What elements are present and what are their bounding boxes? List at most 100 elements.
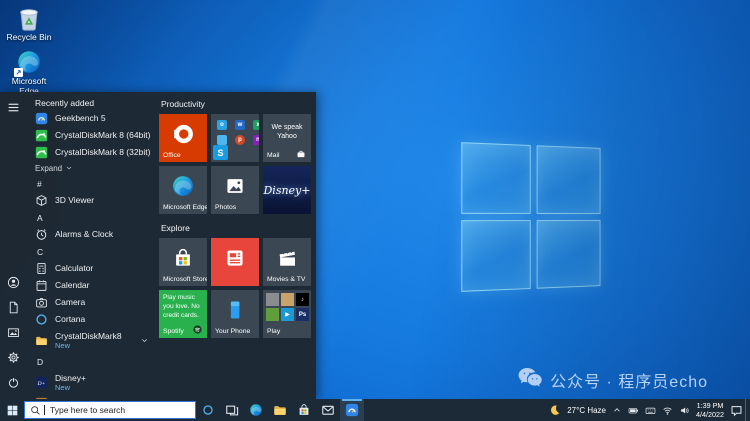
- rail-power-button[interactable]: [5, 374, 21, 390]
- power-icon: [7, 376, 20, 389]
- new-badge: New: [55, 383, 86, 392]
- docpage-icon: [7, 301, 20, 314]
- app-label: 3D Viewer: [55, 195, 94, 205]
- volume-icon[interactable]: [679, 405, 690, 416]
- tile-disney[interactable]: Disney+: [263, 166, 311, 214]
- app-list-item-geekbench-5[interactable]: Geekbench 5: [26, 110, 156, 127]
- app-list-item-disney-[interactable]: D+Disney+New: [26, 370, 156, 395]
- app-list-item-cortana[interactable]: Cortana: [26, 311, 156, 328]
- tile-edge[interactable]: Microsoft Edge: [159, 166, 207, 214]
- new-badge: New: [55, 341, 122, 350]
- desktop-icon-edge[interactable]: Microsoft Edge: [1, 48, 57, 97]
- chevron-up-icon[interactable]: [612, 405, 622, 415]
- moon-icon: [549, 404, 561, 416]
- tile-label: Microsoft Edge: [163, 204, 207, 211]
- svg-text:D+: D+: [37, 381, 46, 387]
- tile-mail[interactable]: We speak YahooMail: [263, 114, 311, 162]
- taskbar-mail-button[interactable]: [316, 399, 340, 421]
- taskbar-search[interactable]: [24, 401, 196, 419]
- desktop-icon-recycle-bin[interactable]: Recycle Bin: [1, 4, 57, 43]
- pictures-icon: [7, 326, 20, 339]
- section-letter-A[interactable]: A: [26, 209, 156, 226]
- section-letter-C[interactable]: C: [26, 243, 156, 260]
- app-list-item-crystaldiskmark-8-64bit-[interactable]: CrystalDiskMark 8 (64bit): [26, 127, 156, 144]
- spotify-logo-icon: [192, 324, 203, 335]
- app-list-item-calculator[interactable]: Calculator: [26, 260, 156, 277]
- mini-app-icon: p: [235, 135, 245, 145]
- task-view-icon: [225, 403, 239, 417]
- file-explorer-icon: [273, 403, 287, 417]
- tile-play[interactable]: ♪▶PsPlay: [263, 290, 311, 338]
- app-list-item-crystaldiskmark-8-32bit-[interactable]: CrystalDiskMark 8 (32bit): [26, 144, 156, 161]
- taskbar-clock[interactable]: 1:39 PM4/4/2022: [696, 401, 724, 419]
- system-tray: 27°C Haze 1:39 PM4/4/2022: [549, 401, 745, 419]
- tile-group-title: Productivity: [161, 99, 316, 109]
- desktop: Recycle BinMicrosoft Edge 公众号 · 程序员echo …: [0, 0, 750, 421]
- app-list-item-alarms-clock[interactable]: Alarms & Clock: [26, 226, 156, 243]
- play-apps-mini-icons: ♪▶Ps: [266, 293, 308, 321]
- battery-icon[interactable]: [628, 405, 639, 416]
- tile-spotify[interactable]: Play music you love. No credit cards.Spo…: [159, 290, 207, 338]
- tile-label: Spotify: [163, 328, 184, 335]
- action-center-icon[interactable]: [730, 404, 743, 417]
- cortana-icon: [35, 313, 48, 326]
- taskbar-microsoft-store-button[interactable]: [292, 399, 316, 421]
- taskbar-file-explorer-button[interactable]: [268, 399, 292, 421]
- start-menu-app-list: Recently addedGeekbench 5CrystalDiskMark…: [26, 92, 156, 399]
- expand-label: Expand: [35, 164, 62, 173]
- folder-icon: [35, 334, 48, 347]
- tile-your-phone[interactable]: Your Phone: [211, 290, 259, 338]
- section-letter-D[interactable]: D: [26, 353, 156, 370]
- briefcase-icon: [296, 149, 306, 159]
- tile-office-suite[interactable]: owxpnS: [211, 114, 259, 162]
- desktop-icon-label: Recycle Bin: [7, 33, 52, 43]
- hamburger-icon: [7, 101, 20, 114]
- keyboard-icon[interactable]: [645, 405, 656, 416]
- taskbar-geekbench-button[interactable]: [340, 399, 364, 421]
- app-list-item-calendar[interactable]: Calendar: [26, 277, 156, 294]
- app-label: Camera: [55, 297, 85, 307]
- tile-news[interactable]: [211, 238, 259, 286]
- weather-text[interactable]: 27°C Haze: [567, 406, 606, 415]
- start-menu-tiles: Productivity OfficeowxpnSWe speak YahooMa…: [156, 92, 316, 399]
- tile-office[interactable]: Office: [159, 114, 207, 162]
- expand-button[interactable]: Expand: [26, 161, 156, 175]
- mail-icon: [321, 403, 335, 417]
- app-label: CrystalDiskMark 8 (64bit): [55, 130, 150, 140]
- section-letter-#[interactable]: #: [26, 175, 156, 192]
- tile-label: Microsoft Store: [163, 276, 207, 283]
- taskbar-task-view-button[interactable]: [220, 399, 244, 421]
- wifi-icon[interactable]: [662, 405, 673, 416]
- office-icon: [159, 114, 207, 153]
- geekbench-icon: [345, 403, 359, 417]
- photos-icon: [211, 166, 259, 205]
- calc-icon: [35, 262, 48, 275]
- camera-icon: [35, 296, 48, 309]
- rail-settings-button[interactable]: [5, 349, 21, 365]
- app-label: Calculator: [55, 263, 93, 273]
- tile-movies[interactable]: Movies & TV: [263, 238, 311, 286]
- search-input[interactable]: [48, 404, 190, 416]
- watermark: 公众号 · 程序员echo: [518, 365, 708, 394]
- taskbar-cortana-button[interactable]: [196, 399, 220, 421]
- cdm-icon: [35, 129, 48, 142]
- app-list-item-crystaldiskmark8[interactable]: CrystalDiskMark8New: [26, 328, 156, 353]
- edge-icon: [249, 403, 263, 417]
- app-list-item-3d-viewer[interactable]: 3D Viewer: [26, 192, 156, 209]
- mini-app-icon: Ps: [296, 308, 309, 321]
- tile-store[interactable]: Microsoft Store: [159, 238, 207, 286]
- start-menu-rail: [0, 92, 26, 399]
- rail-menu-button[interactable]: [5, 99, 21, 115]
- taskbar-edge-button[interactable]: [244, 399, 268, 421]
- rail-documents-button[interactable]: [5, 299, 21, 315]
- tile-label: Photos: [215, 204, 236, 211]
- disney-icon: D+: [35, 376, 48, 389]
- mini-app-icon: n: [253, 135, 259, 145]
- tile-photos[interactable]: Photos: [211, 166, 259, 214]
- app-list-item-camera[interactable]: Camera: [26, 294, 156, 311]
- start-button[interactable]: [0, 399, 24, 421]
- rail-account-button[interactable]: [5, 274, 21, 290]
- mini-app-icon: ▶: [281, 308, 294, 321]
- show-desktop-button[interactable]: [745, 399, 750, 421]
- rail-pictures-button[interactable]: [5, 324, 21, 340]
